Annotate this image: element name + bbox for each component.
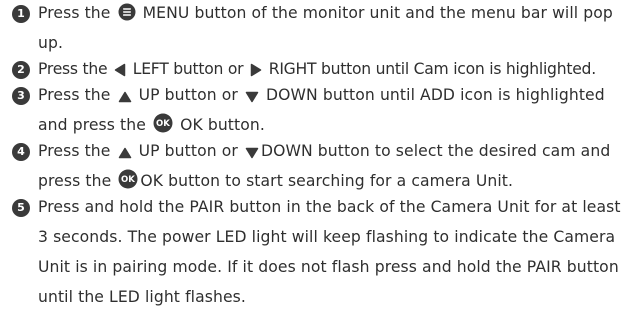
step-number-badge: 1: [12, 5, 30, 23]
menu-icon: [118, 3, 136, 21]
step-text-part: Press the: [38, 86, 116, 104]
step-4: 4 Press the UP button or DOWN button to …: [12, 140, 622, 196]
step-text: Press and hold the PAIR button in the ba…: [38, 192, 622, 312]
step-text-part: Press the: [38, 60, 113, 78]
step-text-part: UP button or: [133, 142, 243, 160]
step-text: Press the UP button or DOWN button until…: [38, 80, 622, 140]
step-text-part: OK button to start searching for a camer…: [140, 172, 514, 190]
step-text-part: Press the: [38, 142, 116, 160]
left-arrow-icon: [114, 63, 126, 77]
ok-icon: OK: [118, 169, 138, 189]
step-1: 1 Press the MENU button of the monitor u…: [12, 2, 622, 58]
ok-icon-label: OK: [156, 119, 170, 129]
down-arrow-icon: [245, 91, 259, 103]
step-text-part: LEFT button or: [128, 60, 249, 78]
step-5: 5 Press and hold the PAIR button in the …: [12, 196, 622, 312]
ok-icon: OK: [153, 113, 173, 133]
step-text-part: OK button.: [175, 116, 265, 134]
step-3: 3 Press the UP button or DOWN button unt…: [12, 84, 622, 140]
step-text: Press the MENU button of the monitor uni…: [38, 0, 622, 58]
step-text-part: Press and hold the PAIR button in the ba…: [38, 198, 621, 306]
up-arrow-icon: [118, 147, 132, 159]
step-text-part: RIGHT button until Cam icon is highlight…: [264, 60, 596, 78]
step-text-part: Press the: [38, 4, 116, 22]
step-number-badge: 3: [12, 87, 30, 105]
up-arrow-icon: [118, 91, 132, 103]
right-arrow-icon: [250, 63, 262, 77]
step-text: Press the UP button or DOWN button to se…: [38, 136, 622, 196]
down-arrow-icon: [245, 147, 259, 159]
instruction-steps: 1 Press the MENU button of the monitor u…: [12, 2, 622, 312]
step-number-badge: 2: [12, 61, 30, 79]
step-text-part: UP button or: [133, 86, 243, 104]
step-number-badge: 4: [12, 143, 30, 161]
ok-icon-label: OK: [121, 175, 135, 185]
step-number-badge: 5: [12, 199, 30, 217]
